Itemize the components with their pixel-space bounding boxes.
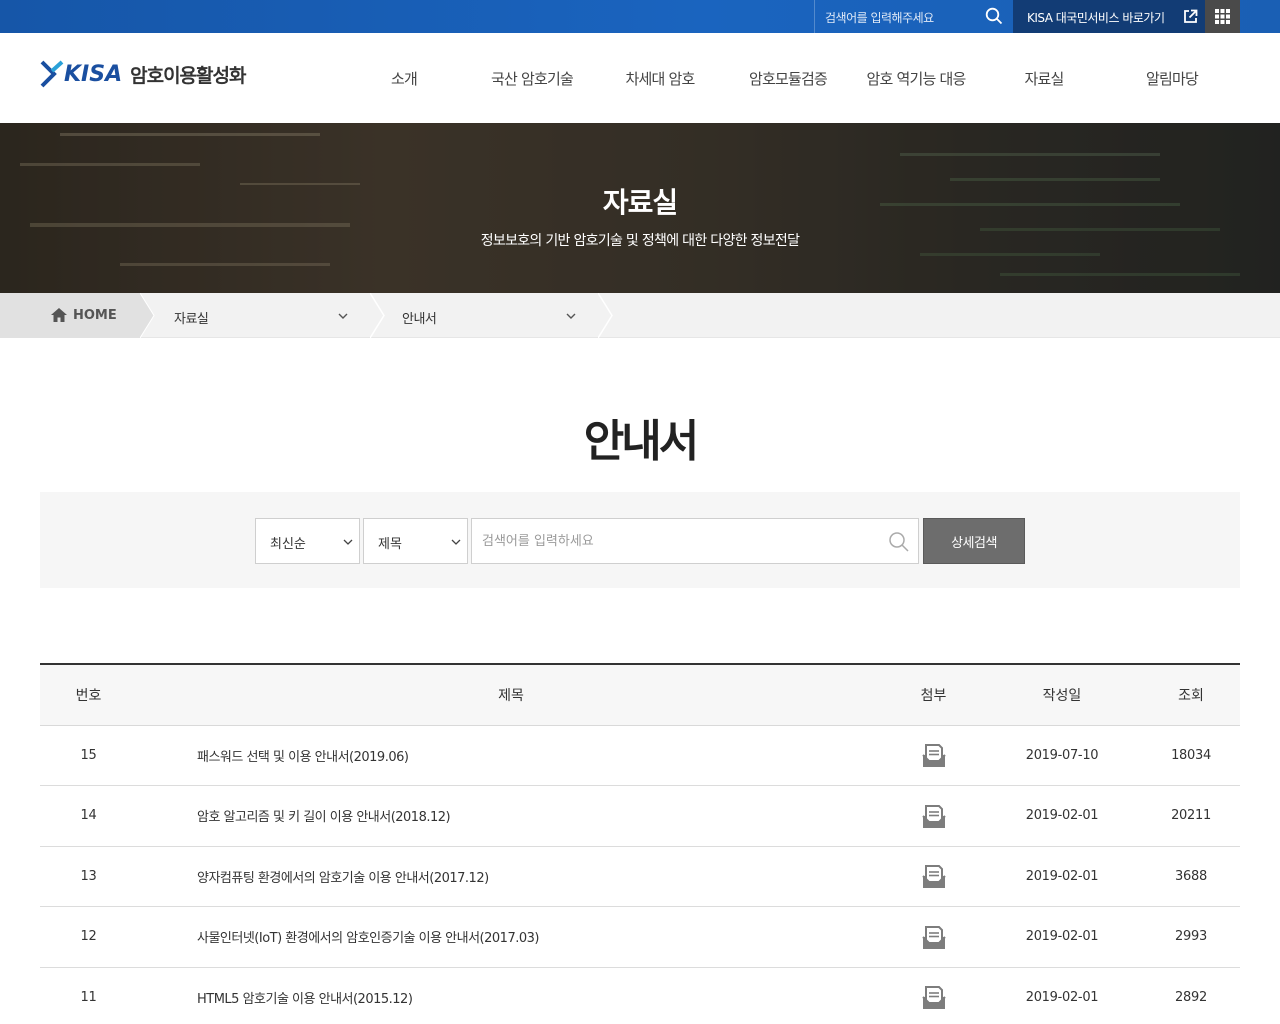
- site-logo[interactable]: KISA 암호이용활성화: [40, 57, 246, 91]
- row-attachment[interactable]: [885, 907, 982, 968]
- row-views: 2993: [1175, 929, 1207, 945]
- row-number: 12: [80, 929, 97, 945]
- logo-subtitle: 암호이용활성화: [130, 64, 246, 87]
- row-number: 15: [80, 747, 97, 763]
- table-row[interactable]: 11 HTML5 암호기술 이용 안내서(2015.12) 2019-02-01…: [40, 967, 1240, 1024]
- breadcrumb-dropdown-level2[interactable]: 안내서: [402, 293, 582, 338]
- column-header-title: 제목: [137, 664, 885, 726]
- table-header-row: 번호 제목 첨부 작성일 조회: [40, 664, 1240, 726]
- top-search-input[interactable]: 검색어를 입력해주세요: [825, 9, 934, 26]
- table-row[interactable]: 13 양자컴퓨팅 환경에서의 암호기술 이용 안내서(2017.12) 2019…: [40, 846, 1240, 907]
- row-number: 13: [80, 868, 97, 884]
- row-number: 14: [80, 808, 97, 824]
- row-date: 2019-02-01: [1025, 808, 1099, 824]
- logo-brand: KISA: [64, 61, 123, 87]
- row-attachment[interactable]: [885, 786, 982, 847]
- table-row[interactable]: 15 패스워드 선택 및 이용 안내서(2019.06) 2019-07-10 …: [40, 725, 1240, 786]
- hero-banner: 자료실 정보보호의 기반 암호기술 및 정책에 대한 다양한 정보전달: [0, 123, 1280, 293]
- nav-item-module-validation[interactable]: 암호모듈검증: [724, 33, 852, 123]
- detail-search-button[interactable]: 상세검색: [923, 518, 1025, 564]
- attachment-file-icon[interactable]: [920, 862, 948, 890]
- row-title-link[interactable]: HTML5 암호기술 이용 안내서(2015.12): [137, 967, 885, 1024]
- search-panel: 최신순 제목 상세검색: [40, 492, 1240, 588]
- column-header-date: 작성일: [982, 664, 1142, 726]
- chevron-down-icon: [338, 313, 348, 319]
- external-service-link-label: KISA 대국민서비스 바로가기: [1027, 11, 1165, 25]
- search-icon[interactable]: [985, 7, 1003, 25]
- home-icon: [51, 308, 67, 322]
- chevron-down-icon: [566, 313, 576, 319]
- main-navigation: 소개 국산 암호기술 차세대 암호 암호모듈검증 암호 역기능 대응 자료실 알…: [340, 33, 1236, 123]
- external-link-icon: [1184, 9, 1198, 23]
- row-date: 2019-07-10: [1025, 747, 1099, 763]
- breadcrumb-home-label: HOME: [73, 308, 117, 323]
- search-input-box: [471, 518, 919, 564]
- column-header-number: 번호: [40, 664, 137, 726]
- row-title-link[interactable]: 패스워드 선택 및 이용 안내서(2019.06): [137, 725, 885, 786]
- search-icon[interactable]: [888, 531, 910, 553]
- row-attachment[interactable]: [885, 725, 982, 786]
- row-views: 3688: [1175, 868, 1207, 884]
- breadcrumb: HOME 자료실 안내서: [0, 293, 1280, 338]
- page-title: 안내서: [583, 416, 699, 467]
- row-title-link[interactable]: 양자컴퓨팅 환경에서의 암호기술 이용 안내서(2017.12): [137, 846, 885, 907]
- row-attachment[interactable]: [885, 967, 982, 1024]
- top-search-box[interactable]: 검색어를 입력해주세요: [814, 0, 1013, 33]
- chevron-down-icon: [343, 539, 353, 545]
- breadcrumb-separator: [140, 293, 155, 338]
- breadcrumb-dropdown-level1[interactable]: 자료실: [174, 293, 354, 338]
- row-views: 20211: [1171, 808, 1211, 824]
- sort-select-value: 최신순: [270, 537, 306, 552]
- hero-subtitle: 정보보호의 기반 암호기술 및 정책에 대한 다양한 정보전달: [480, 233, 800, 249]
- attachment-file-icon[interactable]: [920, 802, 948, 830]
- column-header-views: 조회: [1142, 664, 1240, 726]
- row-views: 2892: [1175, 989, 1207, 1005]
- nav-item-archive[interactable]: 자료실: [980, 33, 1108, 123]
- nav-item-next-gen-crypto[interactable]: 차세대 암호: [596, 33, 724, 123]
- top-utility-bar: 검색어를 입력해주세요 KISA 대국민서비스 바로가기: [0, 0, 1280, 33]
- row-date: 2019-02-01: [1025, 989, 1099, 1005]
- breadcrumb-separator: [598, 293, 613, 338]
- row-title-link[interactable]: 암호 알고리즘 및 키 길이 이용 안내서(2018.12): [137, 786, 885, 847]
- guide-list-table: 번호 제목 첨부 작성일 조회 15 패스워드 선택 및 이용 안내서(2019…: [40, 663, 1240, 1024]
- search-field-select[interactable]: 제목: [363, 518, 468, 564]
- attachment-file-icon[interactable]: [920, 923, 948, 951]
- nav-item-notice[interactable]: 알림마당: [1108, 33, 1236, 123]
- sitemap-button[interactable]: [1205, 0, 1240, 33]
- attachment-file-icon[interactable]: [920, 741, 948, 769]
- search-field-select-value: 제목: [378, 537, 402, 552]
- breadcrumb-level2-label: 안내서: [402, 312, 437, 327]
- row-number: 11: [80, 989, 97, 1005]
- sort-select[interactable]: 최신순: [255, 518, 360, 564]
- attachment-file-icon[interactable]: [920, 983, 948, 1011]
- row-date: 2019-02-01: [1025, 929, 1099, 945]
- breadcrumb-level1-label: 자료실: [174, 312, 209, 327]
- breadcrumb-separator: [370, 293, 385, 338]
- row-views: 18034: [1171, 747, 1211, 763]
- hero-title: 자료실: [602, 186, 678, 219]
- column-header-attachment: 첨부: [885, 664, 982, 726]
- external-service-link[interactable]: KISA 대국민서비스 바로가기: [1013, 0, 1205, 33]
- row-date: 2019-02-01: [1025, 868, 1099, 884]
- row-attachment[interactable]: [885, 846, 982, 907]
- nav-item-intro[interactable]: 소개: [340, 33, 468, 123]
- site-header: KISA 암호이용활성화 소개 국산 암호기술 차세대 암호 암호모듈검증 암호…: [0, 33, 1280, 123]
- nav-item-domestic-crypto[interactable]: 국산 암호기술: [468, 33, 596, 123]
- kisa-logo-icon: [40, 60, 64, 88]
- nav-item-crypto-misuse[interactable]: 암호 역기능 대응: [852, 33, 980, 123]
- breadcrumb-home[interactable]: HOME: [0, 293, 140, 338]
- chevron-down-icon: [451, 539, 461, 545]
- grid-menu-icon: [1215, 9, 1230, 24]
- row-title-link[interactable]: 사물인터넷(IoT) 환경에서의 암호인증기술 이용 안내서(2017.03): [137, 907, 885, 968]
- table-row[interactable]: 12 사물인터넷(IoT) 환경에서의 암호인증기술 이용 안내서(2017.0…: [40, 907, 1240, 968]
- table-row[interactable]: 14 암호 알고리즘 및 키 길이 이용 안내서(2018.12) 2019-0…: [40, 786, 1240, 847]
- search-input[interactable]: [482, 531, 872, 551]
